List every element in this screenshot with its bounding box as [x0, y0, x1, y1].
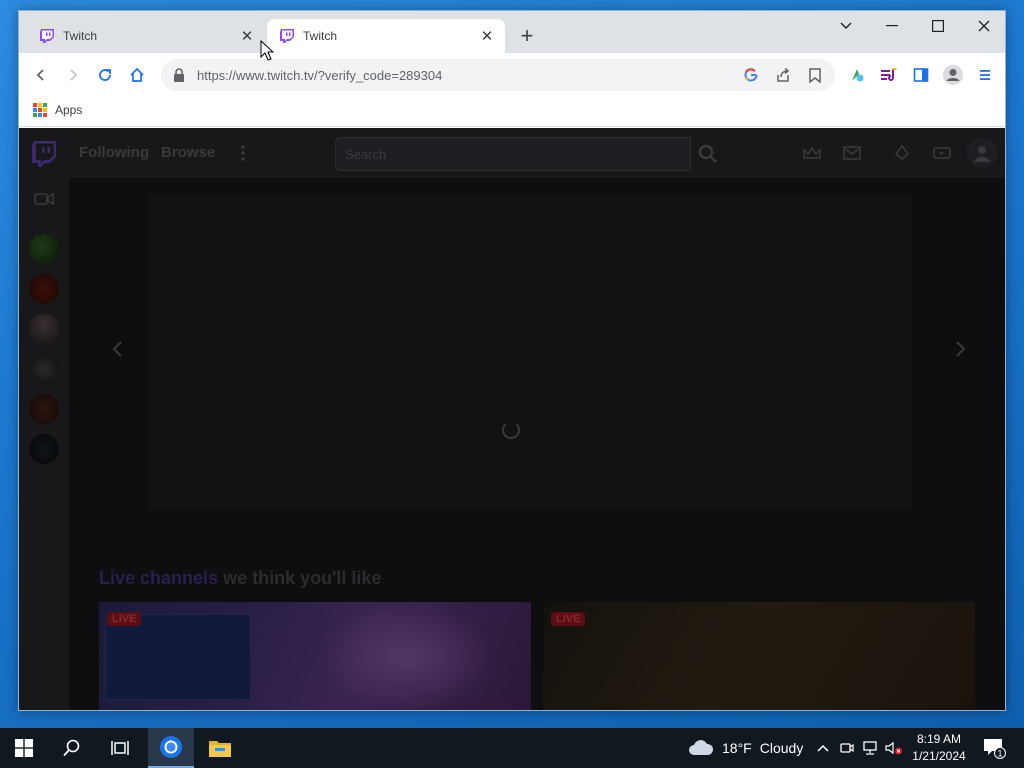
featured-carousel — [149, 194, 913, 510]
carousel-prev-icon[interactable] — [109, 340, 127, 358]
live-channels-link[interactable]: Live channels — [99, 568, 218, 588]
live-channels-heading: Live channels we think you'll like — [99, 568, 381, 589]
new-tab-button[interactable]: + — [517, 25, 537, 47]
bookmark-label: Apps — [55, 103, 83, 117]
home-icon[interactable] — [125, 63, 149, 87]
google-lens-icon[interactable] — [739, 63, 763, 87]
browser-window: Twitch ✕ Twitch ✕ + https://www.twitch.t… — [18, 10, 1006, 711]
search-icon[interactable] — [693, 137, 723, 171]
nav-browse[interactable]: Browse — [161, 144, 215, 161]
forward-icon[interactable] — [61, 63, 85, 87]
turbo-icon[interactable] — [931, 142, 953, 164]
search-placeholder: Search — [345, 146, 387, 162]
clock-time: 8:19 AM — [916, 732, 962, 746]
weather-condition: Cloudy — [759, 740, 804, 756]
tab-strip: Twitch ✕ Twitch ✕ + — [19, 11, 1005, 53]
stream-card-2[interactable]: LIVE — [543, 602, 975, 710]
minimize-button[interactable] — [869, 11, 915, 41]
tab-title: Twitch — [303, 29, 338, 43]
twitch-sidebar — [19, 178, 69, 710]
profile-icon[interactable] — [941, 63, 965, 87]
inbox-icon[interactable] — [841, 142, 863, 164]
twitch-top-nav: Following Browse Search — [19, 128, 1005, 178]
bookmark-apps[interactable]: Apps — [33, 103, 82, 117]
network-icon[interactable] — [860, 728, 880, 768]
tray-overflow-chevron-icon[interactable] — [814, 728, 832, 768]
crown-icon[interactable] — [801, 142, 823, 164]
notification-center-icon[interactable]: 1 — [982, 736, 1006, 760]
windows-taskbar: 18°F Cloudy 8:19 AM 1/21/2024 1 — [0, 728, 1024, 768]
channel-avatar-3[interactable] — [29, 314, 59, 344]
twitch-favicon-icon — [40, 29, 54, 43]
tab-close-icon[interactable]: ✕ — [239, 28, 255, 45]
user-avatar-icon[interactable] — [967, 138, 997, 168]
bookmarks-bar: Apps — [19, 97, 1005, 127]
channel-avatar-2[interactable] — [29, 274, 59, 304]
browser-toolbar: https://www.twitch.tv/?verify_code=28930… — [19, 53, 1005, 97]
search-taskbar-icon[interactable] — [48, 728, 96, 768]
system-clock[interactable]: 8:19 AM 1/21/2024 — [906, 731, 972, 765]
meet-now-icon[interactable] — [838, 728, 856, 768]
media-control-icon[interactable] — [877, 63, 901, 87]
task-view-icon[interactable] — [96, 728, 144, 768]
weather-widget[interactable]: 18°F Cloudy — [688, 728, 803, 768]
weather-temperature: 18°F — [722, 740, 752, 756]
cloud-icon — [689, 740, 714, 755]
carousel-next-icon[interactable] — [951, 340, 969, 358]
windows-logo-icon — [15, 739, 33, 757]
tab-title: Twitch — [63, 29, 98, 43]
url-text[interactable]: https://www.twitch.tv/?verify_code=28930… — [197, 68, 739, 83]
address-bar[interactable]: https://www.twitch.tv/?verify_code=28930… — [161, 59, 835, 91]
file-explorer-icon[interactable] — [196, 728, 244, 768]
maximize-button[interactable] — [915, 11, 961, 41]
heading-rest: we think you'll like — [218, 568, 382, 588]
channel-avatar-6[interactable] — [29, 434, 59, 464]
tab-twitch-2[interactable]: Twitch ✕ — [267, 19, 505, 53]
bookmark-star-icon[interactable] — [803, 63, 827, 87]
back-icon[interactable] — [29, 63, 53, 87]
live-badge: LIVE — [107, 612, 142, 626]
nav-following[interactable]: Following — [79, 144, 149, 161]
loading-spinner-icon — [502, 421, 520, 439]
extension-icon[interactable] — [845, 63, 869, 87]
share-icon[interactable] — [771, 63, 795, 87]
twitch-logo-icon[interactable] — [31, 140, 57, 168]
apps-grid-icon — [33, 103, 47, 117]
tab-close-icon[interactable]: ✕ — [479, 28, 495, 45]
side-panel-icon[interactable] — [909, 63, 933, 87]
stream-card-1[interactable]: LIVE — [99, 602, 531, 710]
chrome-taskbar-icon[interactable] — [148, 728, 194, 768]
twitch-page: Following Browse Search Live channels we… — [19, 128, 1005, 710]
channel-avatar-5[interactable] — [29, 394, 59, 424]
channel-avatar-1[interactable] — [29, 234, 59, 264]
clock-date: 1/21/2024 — [912, 749, 966, 763]
start-button[interactable] — [0, 728, 48, 768]
stream-thumbnail-glow — [319, 602, 499, 710]
video-camera-icon — [34, 192, 54, 206]
bits-icon[interactable] — [891, 142, 913, 164]
notification-count: 1 — [997, 749, 1002, 759]
volume-muted-icon[interactable] — [884, 728, 904, 768]
twitch-favicon-icon — [280, 29, 294, 43]
chrome-menu-icon[interactable] — [973, 63, 997, 87]
live-badge: LIVE — [551, 612, 586, 626]
more-vertical-icon[interactable] — [237, 142, 249, 164]
twitch-search-input[interactable]: Search — [335, 137, 691, 171]
tab-search-icon[interactable] — [823, 11, 869, 41]
reload-icon[interactable] — [93, 63, 117, 87]
tab-twitch-1[interactable]: Twitch ✕ — [27, 19, 265, 53]
close-window-button[interactable] — [961, 11, 1005, 41]
lock-icon — [174, 68, 184, 82]
stream-thumbnail — [105, 614, 251, 700]
channel-avatar-4[interactable] — [29, 354, 59, 384]
